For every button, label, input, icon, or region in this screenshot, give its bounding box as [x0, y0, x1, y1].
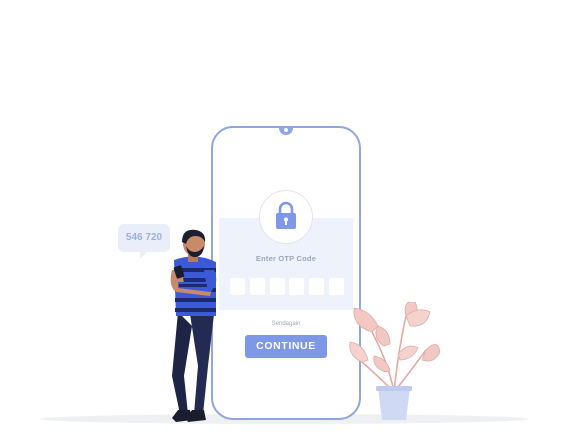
otp-illustration: 546 720 Enter OTP Code Sendagain CONTINU… [0, 0, 569, 438]
otp-digit-field[interactable] [249, 278, 265, 295]
otp-input-group [230, 278, 344, 296]
send-again-link[interactable]: Sendagain [219, 321, 353, 327]
phone-notch [279, 126, 293, 135]
lock-badge [259, 190, 313, 244]
phone-frame: Enter OTP Code Sendagain CONTINUE [211, 126, 361, 420]
otp-digit-field[interactable] [328, 278, 344, 295]
otp-digit-field[interactable] [269, 278, 285, 295]
continue-button[interactable]: CONTINUE [245, 335, 327, 358]
man-figure [170, 229, 217, 422]
otp-digit-field[interactable] [230, 278, 245, 295]
otp-digit-field[interactable] [309, 278, 325, 295]
otp-title: Enter OTP Code [255, 254, 317, 263]
potted-plant-illustration [349, 302, 440, 420]
otp-digit-field[interactable] [289, 278, 305, 295]
lock-icon [276, 201, 296, 229]
